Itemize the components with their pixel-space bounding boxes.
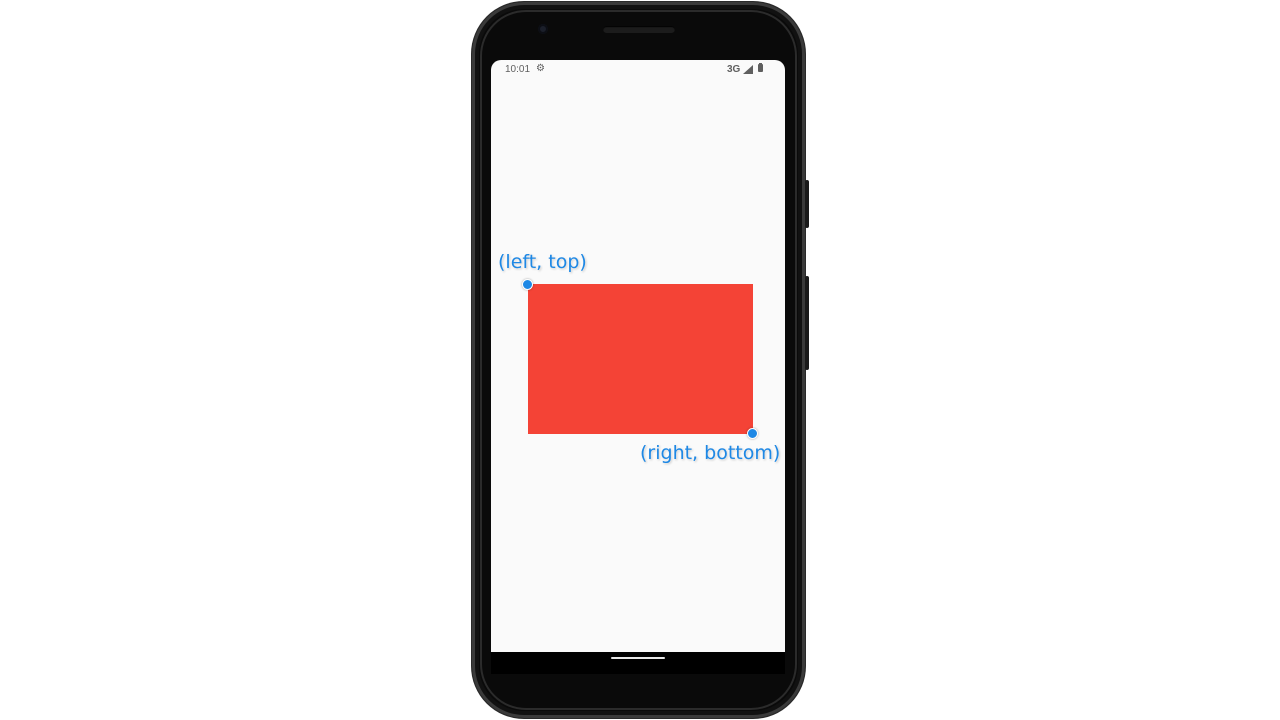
front-camera-icon xyxy=(538,24,548,34)
volume-rocker[interactable] xyxy=(805,276,809,370)
earpiece-speaker xyxy=(603,26,675,33)
top-left-marker xyxy=(522,279,533,290)
bottom-right-label: (right, bottom) xyxy=(640,442,781,464)
status-time: 10:01 xyxy=(505,64,531,75)
bottom-right-marker xyxy=(747,428,758,439)
device-screen: 10:01 ⚙ 3G (left, top) (right, bottom) xyxy=(491,60,785,652)
red-rectangle xyxy=(528,284,753,434)
power-button[interactable] xyxy=(805,180,809,228)
cell-signal-icon xyxy=(743,65,753,77)
gear-icon: ⚙ xyxy=(536,63,545,74)
battery-icon xyxy=(758,63,763,72)
top-left-label: (left, top) xyxy=(498,251,587,273)
network-type: 3G xyxy=(727,64,741,75)
status-bar: 10:01 ⚙ 3G xyxy=(491,60,785,78)
stage: 10:01 ⚙ 3G (left, top) (right, bottom) xyxy=(0,0,1280,720)
navigation-bar xyxy=(491,652,785,674)
home-pill-icon[interactable] xyxy=(611,657,665,659)
